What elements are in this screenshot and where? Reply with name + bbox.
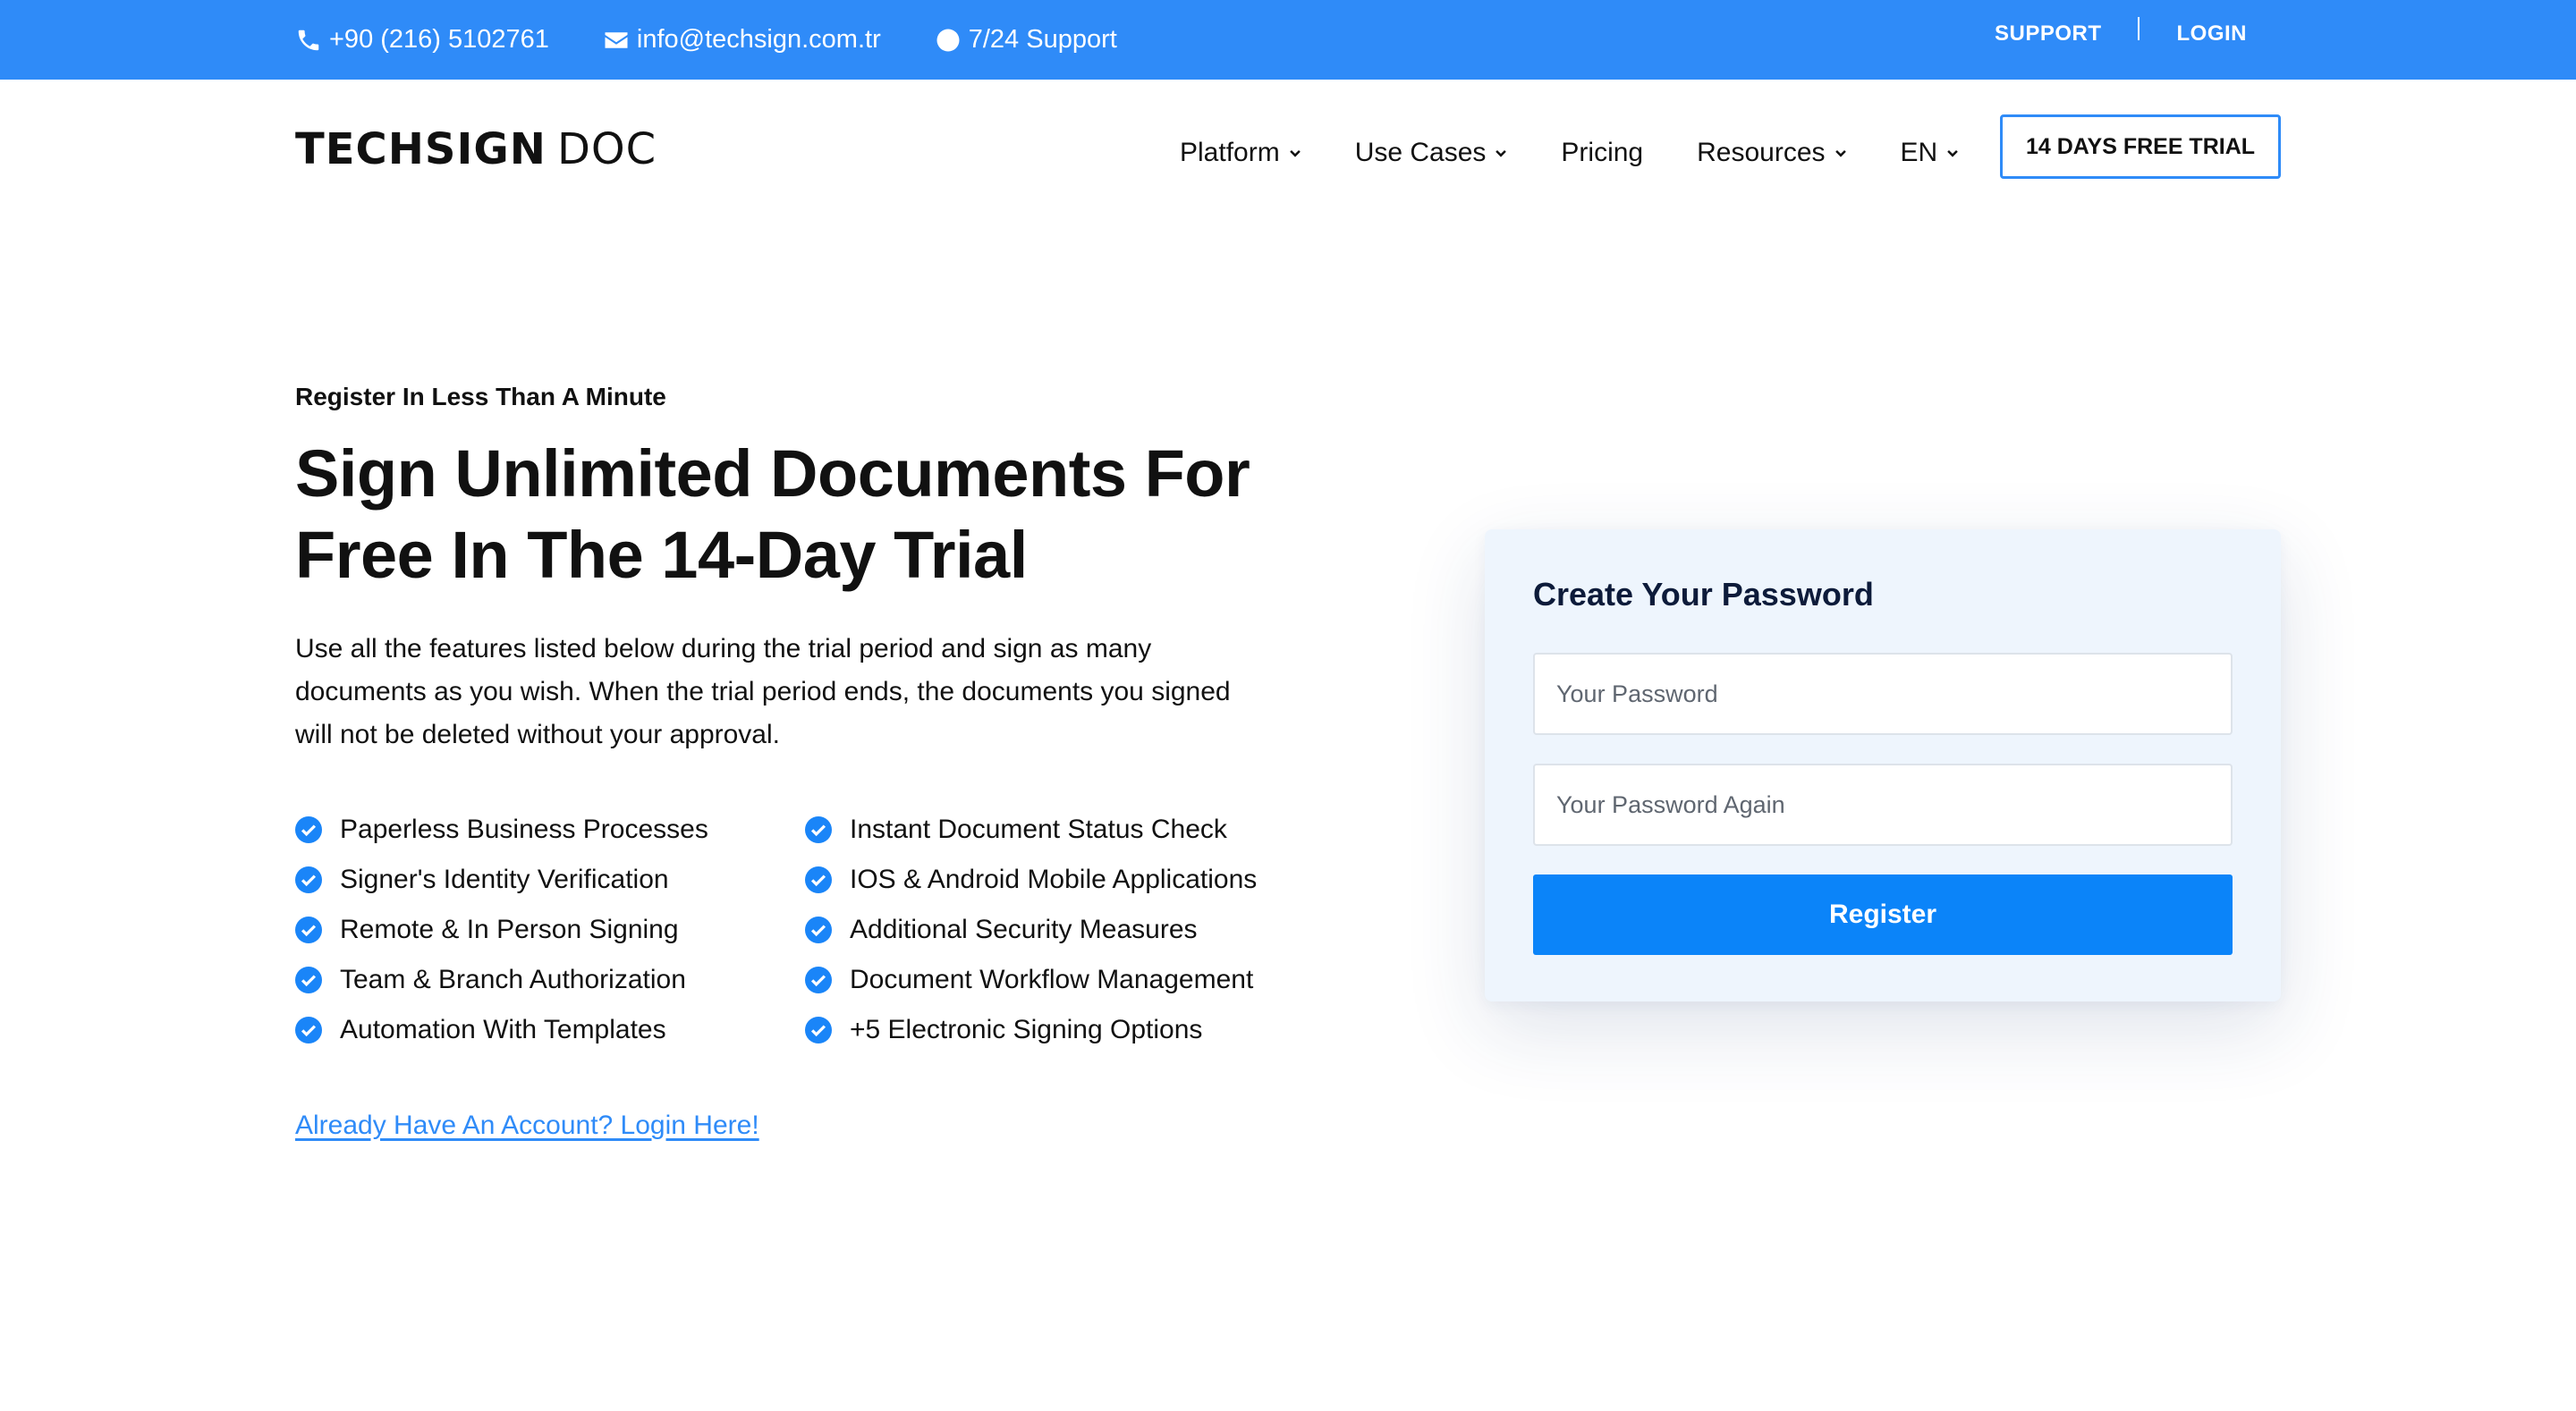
email-address: info@techsign.com.tr bbox=[636, 25, 881, 54]
page-title: Sign Unlimited Documents For Free In The… bbox=[295, 433, 1279, 596]
check-circle-icon bbox=[295, 917, 322, 943]
feature-label: Signer's Identity Verification bbox=[340, 865, 669, 894]
create-password-card: Create Your Password Register bbox=[1485, 529, 2281, 1001]
feature-item: Additional Security Measures bbox=[805, 905, 1306, 955]
feature-label: Paperless Business Processes bbox=[340, 815, 708, 844]
support-hours: 7/24 Support bbox=[935, 25, 1117, 55]
page-title-line-1: Sign Unlimited Documents For bbox=[295, 436, 1250, 511]
logo[interactable]: TECHSIGN DOC bbox=[295, 124, 657, 174]
feature-list: Paperless Business Processes Instant Doc… bbox=[295, 805, 1306, 1055]
main-navbar: TECHSIGN DOC Platform Use Cases Pricing R… bbox=[0, 80, 2576, 214]
feature-item: Signer's Identity Verification bbox=[295, 855, 805, 905]
check-circle-icon bbox=[805, 917, 832, 943]
existing-account-login-link[interactable]: Already Have An Account? Login Here! bbox=[295, 1111, 759, 1141]
lead-paragraph: Use all the features listed below during… bbox=[295, 634, 1231, 749]
nav-item-label: Resources bbox=[1697, 138, 1826, 167]
feature-label: Additional Security Measures bbox=[850, 915, 1198, 944]
feature-item: +5 Electronic Signing Options bbox=[805, 1005, 1306, 1055]
logo-wordmark-light: DOC bbox=[556, 124, 657, 174]
check-circle-icon bbox=[805, 816, 832, 843]
check-circle-icon bbox=[295, 1017, 322, 1043]
feature-label: Instant Document Status Check bbox=[850, 815, 1227, 844]
check-circle-icon bbox=[295, 866, 322, 893]
feature-label: Document Workflow Management bbox=[850, 965, 1254, 994]
phone-icon bbox=[298, 30, 319, 50]
nav-item-platform[interactable]: Platform bbox=[1180, 138, 1301, 168]
top-contact-bar: +90 (216) 5102761 info@techsign.com.tr 7… bbox=[0, 0, 2576, 80]
support-hours-label: 7/24 Support bbox=[968, 25, 1117, 54]
logo-wordmark-bold: TECHSIGN bbox=[295, 124, 547, 174]
language-label: EN bbox=[1900, 138, 1938, 167]
clock-icon bbox=[936, 29, 960, 51]
chevron-down-icon bbox=[1947, 150, 1959, 157]
chevron-down-icon bbox=[1496, 150, 1507, 157]
feature-item: Team & Branch Authorization bbox=[295, 955, 805, 1005]
check-circle-icon bbox=[295, 816, 322, 843]
check-circle-icon bbox=[805, 866, 832, 893]
feature-item: Instant Document Status Check bbox=[805, 805, 1306, 855]
feature-item: Remote & In Person Signing bbox=[295, 905, 805, 955]
chevron-down-icon bbox=[1289, 150, 1301, 157]
nav-item-use-cases[interactable]: Use Cases bbox=[1355, 138, 1508, 168]
form-title: Create Your Password bbox=[1533, 576, 1874, 613]
check-circle-icon bbox=[295, 967, 322, 993]
contact-info: +90 (216) 5102761 info@techsign.com.tr 7… bbox=[295, 0, 1171, 80]
phone-number: +90 (216) 5102761 bbox=[329, 25, 549, 54]
register-button[interactable]: Register bbox=[1533, 874, 2233, 955]
feature-label: +5 Electronic Signing Options bbox=[850, 1015, 1203, 1044]
nav-item-label: Pricing bbox=[1561, 138, 1644, 167]
language-selector[interactable]: EN bbox=[1901, 138, 1960, 168]
login-link[interactable]: LOGIN bbox=[2177, 21, 2248, 46]
nav-item-label: Platform bbox=[1180, 138, 1280, 167]
page-title-line-2: Free In The 14-Day Trial bbox=[295, 518, 1028, 592]
auth-links: SUPPORT LOGIN bbox=[1995, 17, 2248, 46]
primary-nav: Platform Use Cases Pricing Resources EN bbox=[1180, 124, 2012, 182]
feature-label: IOS & Android Mobile Applications bbox=[850, 865, 1258, 894]
check-circle-icon bbox=[805, 967, 832, 993]
eyebrow-text: Register In Less Than A Minute bbox=[295, 383, 666, 410]
nav-item-resources[interactable]: Resources bbox=[1697, 138, 1846, 168]
support-link[interactable]: SUPPORT bbox=[1995, 21, 2102, 46]
divider bbox=[2137, 17, 2140, 40]
email-contact[interactable]: info@techsign.com.tr bbox=[603, 25, 881, 55]
nav-item-pricing[interactable]: Pricing bbox=[1561, 138, 1643, 168]
feature-item: Document Workflow Management bbox=[805, 955, 1306, 1005]
feature-item: IOS & Android Mobile Applications bbox=[805, 855, 1306, 905]
feature-item: Automation With Templates bbox=[295, 1005, 805, 1055]
nav-item-label: Use Cases bbox=[1354, 138, 1487, 167]
chevron-down-icon bbox=[1835, 150, 1846, 157]
free-trial-button[interactable]: 14 DAYS FREE TRIAL bbox=[2000, 114, 2281, 179]
password-confirm-field[interactable] bbox=[1533, 764, 2233, 846]
phone-contact[interactable]: +90 (216) 5102761 bbox=[295, 25, 549, 55]
check-circle-icon bbox=[805, 1017, 832, 1043]
feature-label: Automation With Templates bbox=[340, 1015, 666, 1044]
feature-label: Team & Branch Authorization bbox=[340, 965, 686, 994]
password-field[interactable] bbox=[1533, 653, 2233, 735]
envelope-icon bbox=[605, 31, 628, 48]
feature-item: Paperless Business Processes bbox=[295, 805, 805, 855]
feature-label: Remote & In Person Signing bbox=[340, 915, 679, 944]
